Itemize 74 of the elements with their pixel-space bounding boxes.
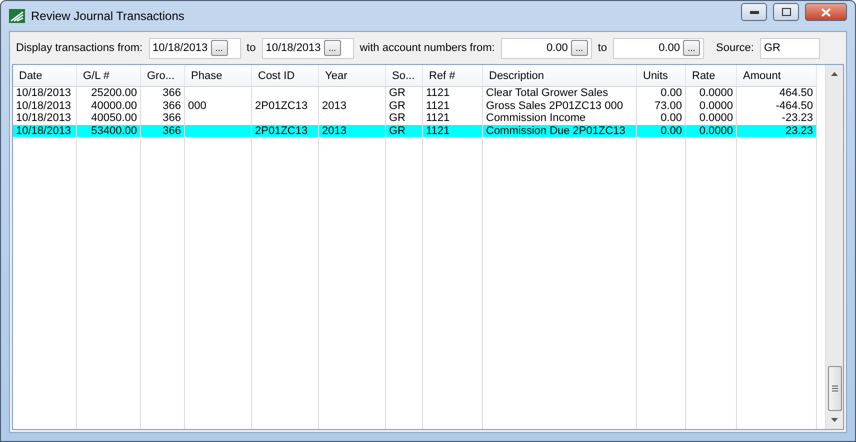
minimize-button[interactable]: [741, 3, 767, 21]
table-cell: 2013: [319, 124, 386, 137]
table-cell: Commission Due 2P01ZC13: [483, 124, 637, 137]
scroll-thumb[interactable]: [828, 366, 842, 411]
table-cell: 0.0000: [686, 87, 737, 100]
field-label: Display transactions from:: [16, 42, 143, 54]
table-cell: 000: [185, 100, 252, 112]
table-cell: 464.50: [737, 87, 817, 100]
input-field[interactable]: 0.00 ...: [500, 38, 592, 58]
table-cell: Gross Sales 2P01ZC13 000: [483, 100, 637, 112]
table-cell: GR: [386, 87, 423, 100]
table-row[interactable]: 10/18/2013 40000.00 366 000 2P01ZC13 2013 GR 1121 Gross Sales 2P01ZC13 000 73.00 0.0000 -464.50: [13, 100, 817, 112]
scroll-bar[interactable]: [825, 65, 843, 429]
input-field[interactable]: GR: [760, 38, 820, 58]
maximize-icon: [782, 8, 790, 16]
column-header[interactable]: Date: [13, 65, 77, 86]
table-cell: 10/18/2013: [13, 124, 77, 137]
table-row[interactable]: 10/18/2013 53400.00 366 2P01ZC13 2013 GR 1121 Commission Due 2P01ZC13 0.00 0.0000 23.23: [13, 124, 817, 137]
grip-icon: [832, 385, 838, 392]
table-cell: 2013: [319, 100, 386, 112]
scroll-up-icon[interactable]: [831, 72, 838, 76]
table-cell: 366: [141, 124, 185, 137]
column-header[interactable]: So...: [386, 65, 423, 86]
table-cell: GR: [386, 124, 423, 137]
browse-button[interactable]: ...: [210, 40, 228, 56]
input-field[interactable]: 0.00 ...: [613, 38, 704, 58]
table-cell: 1121: [423, 87, 483, 100]
window-title: Review Journal Transactions: [31, 9, 186, 23]
browse-button[interactable]: ...: [324, 40, 341, 56]
table-cell: 0.0000: [686, 100, 737, 112]
table-cell: 366: [141, 87, 185, 100]
input-field[interactable]: 10/18/2013 ...: [262, 38, 354, 58]
field-label: with account numbers from:: [360, 42, 495, 54]
table-cell: 0.0000: [686, 124, 737, 137]
field-label: to: [246, 42, 256, 54]
table-cell: 73.00: [637, 100, 686, 112]
table-cell: 25200.00: [77, 87, 141, 100]
app-logo-icon: [9, 9, 25, 23]
table-cell: -464.50: [737, 100, 817, 112]
column-header[interactable]: Rate: [686, 65, 737, 86]
maximize-button[interactable]: [773, 3, 799, 21]
column-header[interactable]: Description: [483, 65, 637, 86]
table-cell: 366: [141, 100, 185, 112]
table-cell: 10/18/2013: [13, 87, 77, 100]
browse-button[interactable]: ...: [683, 40, 700, 56]
table-cell: Clear Total Grower Sales: [483, 87, 637, 100]
table-cell: 2P01ZC13: [252, 124, 319, 137]
close-icon: [821, 8, 831, 16]
table-cell: 0.00: [637, 87, 686, 100]
column-header[interactable]: Units: [637, 65, 686, 86]
field-label: to: [598, 42, 608, 54]
table-cell: 10/18/2013: [13, 100, 77, 112]
table-cell: 40000.00: [77, 100, 141, 112]
table-cell: 53400.00: [77, 124, 141, 137]
table-cell: 0.00: [637, 124, 686, 137]
table-cell: 23.23: [737, 124, 817, 137]
column-header[interactable]: Cost ID: [252, 65, 319, 86]
column-header[interactable]: G/L #: [77, 65, 141, 86]
minimize-icon: [750, 10, 758, 14]
column-header[interactable]: Phase: [185, 65, 252, 86]
table-row[interactable]: 10/18/2013 25200.00 366 GR 1121 Clear Total Grower Sales 0.00 0.0000 464.50: [13, 87, 817, 100]
field-label: Source:: [716, 42, 754, 54]
input-field[interactable]: 10/18/2013 ...: [148, 38, 241, 58]
column-header[interactable]: Ref #: [423, 65, 483, 86]
table-cell: 2P01ZC13: [252, 100, 319, 112]
browse-button[interactable]: ...: [570, 40, 588, 56]
table-cell: GR: [386, 100, 423, 112]
table-cell: 1121: [423, 100, 483, 112]
column-header[interactable]: Gro...: [141, 65, 185, 86]
column-header[interactable]: Year: [319, 65, 386, 86]
scroll-down-icon[interactable]: [831, 418, 838, 422]
column-header[interactable]: Amount: [737, 65, 817, 86]
close-button[interactable]: [805, 3, 847, 21]
table-cell: 1121: [423, 124, 483, 137]
